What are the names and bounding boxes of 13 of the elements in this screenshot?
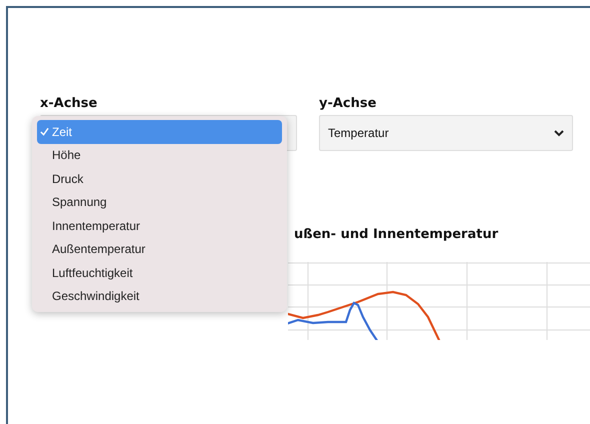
y-axis-select[interactable]: Temperatur xyxy=(319,115,573,151)
menu-option[interactable]: Außentemperatur xyxy=(37,238,282,261)
menu-option[interactable]: Geschwindigkeit xyxy=(37,284,282,308)
check-icon xyxy=(40,127,49,136)
x-axis-label: x-Achse xyxy=(40,96,98,111)
menu-option[interactable]: Luftfeuchtigkeit xyxy=(37,261,282,284)
y-axis-label: y-Achse xyxy=(319,96,378,111)
menu-option[interactable]: Höhe xyxy=(37,144,282,167)
menu-option[interactable]: Druck xyxy=(37,167,282,190)
menu-option[interactable]: Spannung xyxy=(37,190,282,214)
chart-title: ußen- und Innentemperatur xyxy=(294,227,500,242)
chevron-down-icon xyxy=(554,130,564,136)
menu-option[interactable]: Innentemperatur xyxy=(37,214,282,238)
